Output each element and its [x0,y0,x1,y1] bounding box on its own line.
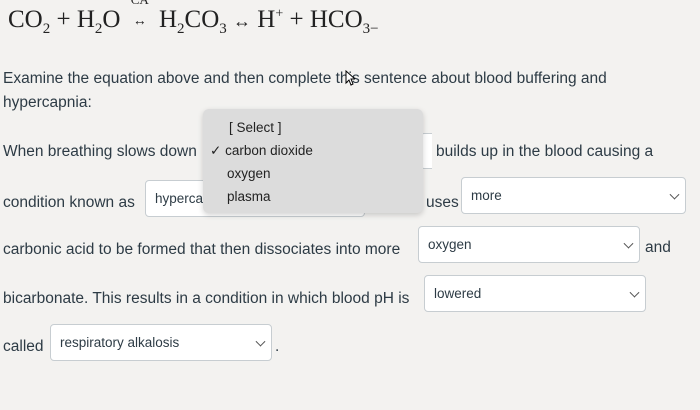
select-ph-value: lowered [434,286,482,301]
sentence-part-6: and [645,239,671,256]
h2co3-subscript-3: 3 [219,21,227,37]
dropdown-placeholder[interactable]: [ Select ] [229,120,282,135]
bicarbonate-charge: 3− [362,21,379,37]
chevron-down-icon [623,238,634,249]
select-condition[interactable]: respiratory alkalosis [50,324,272,361]
dropdown-option-carbon-dioxide[interactable]: ✓ carbon dioxide [210,143,313,159]
equilibrium-arrow-icon: ↔ [233,11,252,31]
sentence-part-7: bicarbonate. This results in a condition… [3,290,410,307]
select-ion[interactable]: oxygen [418,226,640,263]
chevron-down-icon [255,336,266,347]
select-causes-value: more [471,188,502,203]
mouse-cursor-icon [345,70,355,86]
co2-formula: CO [8,6,43,33]
sentence-part-5: carbonic acid to be formed that then dis… [3,241,401,258]
sentence-period: . [275,338,280,355]
sentence-part-4: uses [426,194,459,211]
dropdown-option-oxygen[interactable]: oxygen [227,166,271,181]
option-label: carbon dioxide [225,143,313,158]
option-label: plasma [227,189,271,204]
select-causes[interactable]: more [461,177,686,214]
checkmark-icon: ✓ [210,143,222,158]
h2o-formula: H [76,6,95,33]
select-ph[interactable]: lowered [424,275,646,312]
select-condition-value: respiratory alkalosis [60,335,180,350]
option-label: oxygen [227,166,271,181]
chevron-down-icon [629,287,640,298]
h2co3-formula: H [158,6,178,33]
enzyme-label: CA [127,0,153,8]
plus-sign: + [289,6,304,33]
enzyme-arrow: CA ↔ [127,0,153,34]
sentence-part-8: called [3,338,44,355]
chevron-down-icon [669,189,680,200]
bicarbonate-formula: HCO [309,6,363,33]
sentence-part-1: When breathing slows down [3,143,197,160]
co2-subscript: 2 [42,21,51,37]
h2o-oxygen: O [102,6,121,33]
select-hypercapnia-value: hyperca [155,191,204,206]
h2co3-co: CO [184,6,220,33]
equilibrium-arrow-icon: ↔ [132,14,147,29]
h-ion: H [257,6,276,33]
h-ion-charge: + [275,6,284,22]
plus-sign: + [56,6,71,33]
h2co3-subscript: 2 [177,21,185,37]
chemical-equation: CO2 + H2O CA ↔ H2CO3 ↔ H+ + HCO3− [8,0,379,38]
sentence-part-2: builds up in the blood causing a [436,143,654,160]
dropdown-menu: [ Select ] ✓ carbon dioxide oxygen plasm… [203,109,423,213]
select-ion-value: oxygen [428,237,472,252]
dropdown-option-plasma[interactable]: plasma [227,189,271,204]
sentence-part-3: condition known as [3,194,135,211]
